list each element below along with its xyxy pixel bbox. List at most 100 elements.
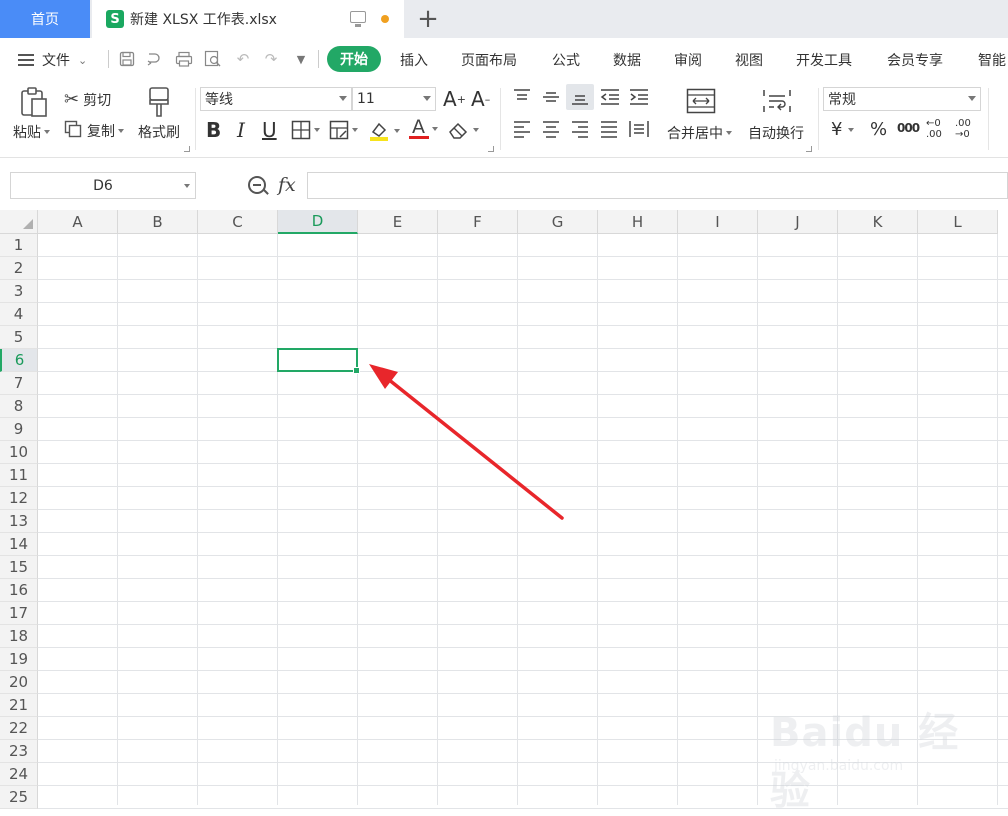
row-header[interactable]: 2 bbox=[0, 257, 38, 280]
borders-button[interactable] bbox=[291, 120, 320, 140]
percent-button[interactable]: % bbox=[870, 119, 887, 140]
row-header[interactable]: 19 bbox=[0, 648, 38, 671]
font-name-select[interactable]: 等线 bbox=[200, 87, 352, 111]
format-painter-button[interactable]: 格式刷 bbox=[138, 122, 180, 142]
quick-access-more-icon[interactable]: ▼ bbox=[292, 50, 310, 68]
column-header[interactable]: J bbox=[758, 210, 838, 234]
menu-tab-view[interactable]: 视图 bbox=[735, 50, 763, 70]
decrease-indent-icon[interactable] bbox=[599, 88, 621, 106]
menu-tab-member[interactable]: 会员专享 bbox=[887, 50, 943, 70]
row-header[interactable]: 11 bbox=[0, 464, 38, 487]
bold-button[interactable]: B bbox=[206, 118, 221, 142]
select-all-corner[interactable] bbox=[0, 210, 38, 234]
menu-tab-formulas[interactable]: 公式 bbox=[552, 50, 580, 70]
column-header[interactable]: F bbox=[438, 210, 518, 234]
cut-button[interactable]: ✂ 剪切 bbox=[64, 89, 111, 110]
column-header[interactable]: G bbox=[518, 210, 598, 234]
row-header[interactable]: 23 bbox=[0, 740, 38, 763]
redo-icon[interactable]: ↷ bbox=[262, 50, 280, 68]
italic-button[interactable]: I bbox=[237, 118, 245, 142]
align-center-icon[interactable] bbox=[541, 120, 561, 138]
menu-tab-page-layout[interactable]: 页面布局 bbox=[461, 50, 517, 70]
print-preview-icon[interactable] bbox=[204, 50, 222, 68]
print-icon[interactable] bbox=[175, 50, 193, 68]
row-header[interactable]: 14 bbox=[0, 533, 38, 556]
row-header[interactable]: 3 bbox=[0, 280, 38, 303]
row-header[interactable]: 10 bbox=[0, 441, 38, 464]
menu-tab-home[interactable]: 开始 bbox=[327, 46, 381, 72]
selected-cell[interactable] bbox=[277, 348, 360, 374]
row-header[interactable]: 16 bbox=[0, 579, 38, 602]
menu-tab-smart[interactable]: 智能 bbox=[978, 50, 1006, 70]
increase-font-icon[interactable]: A + bbox=[443, 87, 466, 111]
row-header[interactable]: 8 bbox=[0, 395, 38, 418]
row-header[interactable]: 13 bbox=[0, 510, 38, 533]
column-header[interactable]: C bbox=[198, 210, 278, 234]
row-header[interactable]: 6 bbox=[0, 349, 38, 372]
merge-center-button[interactable]: 合并居中 bbox=[667, 123, 732, 143]
undo-icon[interactable]: ↶ bbox=[234, 50, 252, 68]
row-header[interactable]: 7 bbox=[0, 372, 38, 395]
menu-tab-review[interactable]: 审阅 bbox=[674, 50, 702, 70]
align-left-icon[interactable] bbox=[512, 120, 532, 138]
row-header[interactable]: 25 bbox=[0, 786, 38, 809]
column-header[interactable]: L bbox=[918, 210, 998, 234]
align-right-icon[interactable] bbox=[570, 120, 590, 138]
tab-document[interactable]: S 新建 XLSX 工作表.xlsx bbox=[92, 0, 404, 38]
row-header[interactable]: 5 bbox=[0, 326, 38, 349]
menu-tab-developer[interactable]: 开发工具 bbox=[796, 50, 852, 70]
font-color-button[interactable]: A bbox=[409, 116, 438, 140]
paste-button[interactable]: 粘贴 bbox=[13, 122, 50, 142]
currency-button[interactable]: ¥ bbox=[831, 119, 855, 140]
monitor-icon[interactable] bbox=[350, 11, 366, 27]
decrease-decimal-button[interactable]: .00 →0 bbox=[955, 118, 979, 140]
export-icon[interactable] bbox=[146, 50, 164, 68]
font-size-select[interactable]: 11 bbox=[352, 87, 436, 111]
row-header[interactable]: 4 bbox=[0, 303, 38, 326]
alignment-launcher-icon[interactable] bbox=[806, 146, 812, 152]
column-header[interactable]: I bbox=[678, 210, 758, 234]
underline-button[interactable]: U bbox=[262, 118, 277, 142]
decrease-font-icon[interactable]: A – bbox=[471, 87, 490, 111]
clear-button[interactable] bbox=[448, 120, 479, 140]
new-tab-button[interactable]: + bbox=[414, 4, 442, 34]
save-icon[interactable] bbox=[118, 50, 136, 68]
name-box[interactable]: D6 bbox=[10, 172, 196, 199]
increase-decimal-button[interactable]: ←0 .00 bbox=[926, 118, 948, 140]
align-bottom-icon[interactable] bbox=[566, 84, 594, 110]
tab-home[interactable]: 首页 bbox=[0, 0, 90, 38]
formula-input[interactable] bbox=[307, 172, 1008, 199]
row-header[interactable]: 1 bbox=[0, 234, 38, 257]
fill-color-button[interactable] bbox=[369, 120, 400, 142]
row-header[interactable]: 20 bbox=[0, 671, 38, 694]
column-header[interactable]: H bbox=[598, 210, 678, 234]
function-icon[interactable]: fx bbox=[278, 174, 296, 196]
paste-icon[interactable] bbox=[18, 86, 50, 118]
copy-button[interactable]: 复制 bbox=[64, 120, 124, 142]
row-header[interactable]: 15 bbox=[0, 556, 38, 579]
merge-center-icon[interactable] bbox=[686, 88, 716, 114]
justify-icon[interactable] bbox=[599, 120, 619, 138]
column-header[interactable]: E bbox=[358, 210, 438, 234]
row-header[interactable]: 21 bbox=[0, 694, 38, 717]
wrap-text-button[interactable]: 自动换行 bbox=[748, 123, 804, 143]
file-menu[interactable]: 文件 ⌄ bbox=[18, 50, 87, 70]
row-header[interactable]: 17 bbox=[0, 602, 38, 625]
column-header[interactable]: D bbox=[278, 210, 358, 234]
thousands-separator-button[interactable]: 000 bbox=[897, 121, 920, 135]
row-header[interactable]: 9 bbox=[0, 418, 38, 441]
column-header[interactable]: K bbox=[838, 210, 918, 234]
column-header[interactable]: B bbox=[118, 210, 198, 234]
row-header[interactable]: 12 bbox=[0, 487, 38, 510]
column-header[interactable]: A bbox=[38, 210, 118, 234]
number-format-select[interactable]: 常规 bbox=[823, 87, 981, 111]
menu-tab-insert[interactable]: 插入 bbox=[400, 50, 428, 70]
align-top-icon[interactable] bbox=[512, 88, 532, 106]
wrap-text-icon[interactable] bbox=[762, 88, 792, 114]
format-painter-icon[interactable] bbox=[146, 86, 172, 118]
align-middle-icon[interactable] bbox=[541, 88, 561, 106]
row-header[interactable]: 18 bbox=[0, 625, 38, 648]
row-header[interactable]: 24 bbox=[0, 763, 38, 786]
menu-tab-data[interactable]: 数据 bbox=[613, 50, 641, 70]
increase-indent-icon[interactable] bbox=[628, 88, 650, 106]
